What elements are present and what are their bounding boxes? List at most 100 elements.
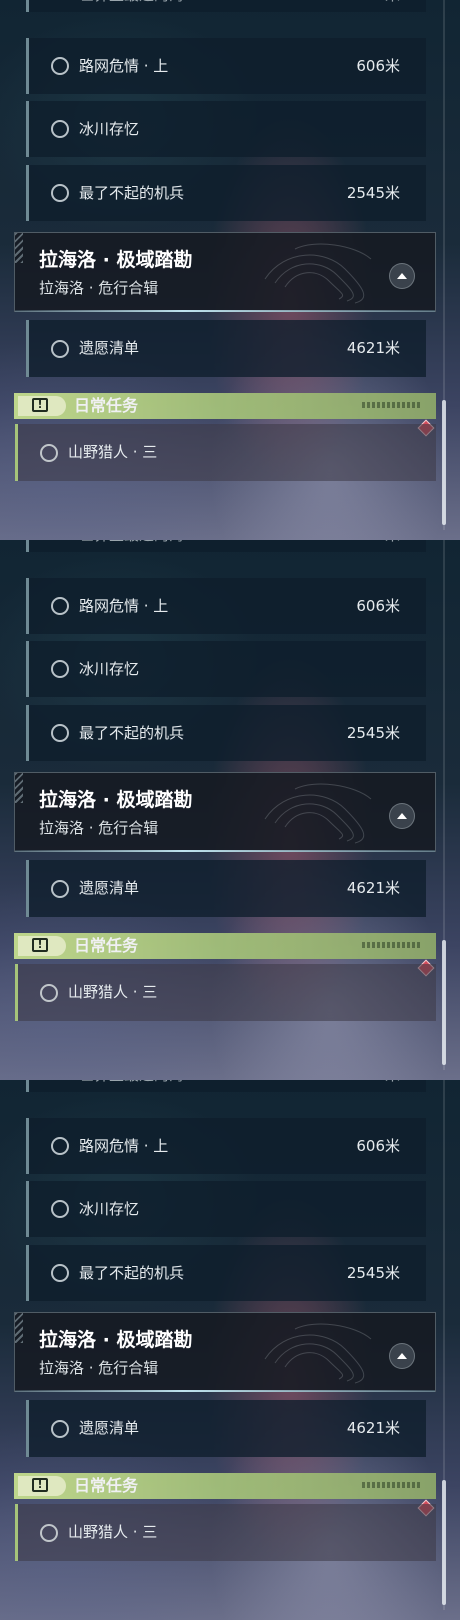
- circle-outline-icon: [51, 339, 69, 358]
- topographic-pattern: [264, 783, 372, 844]
- quest-distance: 2545米: [346, 1264, 400, 1282]
- chapter-subtitle: 拉海洛 · 危行合辑: [39, 1359, 159, 1377]
- circle-outline-icon: [51, 1200, 69, 1218]
- collapse-button[interactable]: [389, 1343, 415, 1369]
- quest-label: 路网危情 · 上: [79, 1137, 169, 1155]
- quest-label: 路网危情 · 上: [79, 597, 169, 615]
- scrollbar-thumb[interactable]: [442, 400, 446, 525]
- chapter-underline: [15, 1390, 435, 1392]
- chapter-header[interactable]: 拉海洛 · 极域踏勘 拉海洛 · 危行合辑: [14, 1312, 436, 1392]
- quest-row-partial[interactable]: 世界上最近的海 3613米: [26, 1080, 426, 1092]
- quest-list-panel: 世界上最近的海 3613米 路网危情 · 上 606米 冰川存忆 最了不起的机兵…: [0, 0, 460, 540]
- quest-row[interactable]: 路网危情 · 上 606米: [26, 38, 426, 94]
- chapter-header[interactable]: 拉海洛 · 极域踏勘 拉海洛 · 危行合辑: [14, 772, 436, 852]
- daily-icon-badge: !: [18, 396, 66, 416]
- circle-outline-icon: [51, 120, 69, 138]
- quest-distance: 606米: [356, 57, 400, 75]
- quest-list-panel: 世界上最近的海 3613米 路网危情 · 上 606米 冰川存忆 最了不起的机兵…: [0, 540, 460, 1080]
- scrollbar-thumb[interactable]: [442, 1480, 446, 1605]
- daily-task-label: 山野猎人 · 三: [68, 443, 158, 461]
- collapse-button[interactable]: [389, 263, 415, 289]
- chapter-title: 拉海洛 · 极域踏勘: [39, 249, 193, 271]
- chapter-title: 拉海洛 · 极域踏勘: [39, 1329, 193, 1351]
- quest-distance: 4621米: [346, 1419, 400, 1437]
- chapter-title: 拉海洛 · 极域踏勘: [39, 789, 193, 811]
- quest-row[interactable]: 最了不起的机兵 2545米: [26, 165, 426, 221]
- quest-row[interactable]: 最了不起的机兵 2545米: [26, 705, 426, 761]
- quest-distance: 4621米: [346, 879, 400, 897]
- quest-distance: 2545米: [346, 724, 400, 742]
- chapter-underline: [15, 850, 435, 852]
- daily-tasks-title: 日常任务: [74, 396, 139, 415]
- daily-tasks-title: 日常任务: [74, 936, 139, 955]
- circle-outline-icon: [40, 444, 58, 462]
- daily-tasks-header[interactable]: ! 日常任务: [14, 1473, 436, 1499]
- topographic-pattern: [264, 243, 372, 304]
- quest-row-partial[interactable]: 世界上最近的海 3613米: [26, 0, 426, 12]
- daily-task-row[interactable]: 山野猎人 · 三: [15, 1504, 436, 1561]
- quest-label: 遗愿清单: [79, 879, 140, 897]
- quest-row[interactable]: 最了不起的机兵 2545米: [26, 1245, 426, 1301]
- decorative-fine-print: [362, 402, 422, 408]
- quest-row[interactable]: 冰川存忆: [26, 1181, 426, 1237]
- alert-square-icon: !: [32, 938, 48, 952]
- circle-outline-icon: [51, 57, 69, 75]
- circle-outline-icon: [40, 984, 58, 1002]
- daily-task-row[interactable]: 山野猎人 · 三: [15, 424, 436, 481]
- quest-row[interactable]: 遗愿清单 4621米: [26, 1400, 426, 1457]
- topographic-pattern: [264, 1323, 372, 1384]
- scrollbar[interactable]: [442, 0, 446, 530]
- chapter-subtitle: 拉海洛 · 危行合辑: [39, 279, 159, 297]
- quest-distance: 4621米: [346, 339, 400, 357]
- chapter-header[interactable]: 拉海洛 · 极域踏勘 拉海洛 · 危行合辑: [14, 232, 436, 312]
- alert-square-icon: !: [32, 398, 48, 412]
- daily-icon-badge: !: [18, 1476, 66, 1496]
- circle-outline-icon: [51, 597, 69, 615]
- quest-row[interactable]: 冰川存忆: [26, 101, 426, 157]
- quest-distance: 2545米: [346, 184, 400, 202]
- quest-label: 遗愿清单: [79, 339, 140, 357]
- chapter-subtitle: 拉海洛 · 危行合辑: [39, 819, 159, 837]
- chapter-stripe: [15, 773, 23, 803]
- quest-label: 路网危情 · 上: [79, 57, 169, 75]
- circle-outline-icon: [51, 1264, 69, 1282]
- quest-label: 冰川存忆: [79, 1200, 140, 1218]
- decorative-fine-print: [362, 942, 422, 948]
- alert-square-icon: !: [32, 1478, 48, 1492]
- chapter-stripe: [15, 1313, 23, 1343]
- quest-row[interactable]: 路网危情 · 上 606米: [26, 578, 426, 634]
- scrollbar[interactable]: [442, 540, 446, 1070]
- scrollbar[interactable]: [442, 1080, 446, 1610]
- daily-task-label: 山野猎人 · 三: [68, 1523, 158, 1541]
- quest-row[interactable]: 路网危情 · 上 606米: [26, 1118, 426, 1174]
- circle-outline-icon: [51, 1137, 69, 1155]
- circle-outline-icon: [51, 660, 69, 678]
- daily-icon-badge: !: [18, 936, 66, 956]
- circle-outline-icon: [51, 724, 69, 742]
- scrollbar-thumb[interactable]: [442, 940, 446, 1065]
- daily-task-label: 山野猎人 · 三: [68, 983, 158, 1001]
- circle-outline-icon: [51, 879, 69, 898]
- chapter-stripe: [15, 233, 23, 263]
- daily-tasks-header[interactable]: ! 日常任务: [14, 393, 436, 419]
- quest-list-panel: 世界上最近的海 3613米 路网危情 · 上 606米 冰川存忆 最了不起的机兵…: [0, 1080, 460, 1620]
- chapter-underline: [15, 310, 435, 312]
- quest-row[interactable]: 冰川存忆: [26, 641, 426, 697]
- quest-label: 冰川存忆: [79, 660, 140, 678]
- chevron-up-icon: [397, 273, 407, 279]
- chevron-up-icon: [397, 1353, 407, 1359]
- circle-outline-icon: [51, 1419, 69, 1438]
- quest-label: 最了不起的机兵: [79, 184, 185, 202]
- chevron-up-icon: [397, 813, 407, 819]
- quest-row[interactable]: 遗愿清单 4621米: [26, 320, 426, 377]
- quest-row[interactable]: 遗愿清单 4621米: [26, 860, 426, 917]
- daily-task-row[interactable]: 山野猎人 · 三: [15, 964, 436, 1021]
- quest-label: 最了不起的机兵: [79, 724, 185, 742]
- circle-outline-icon: [40, 1524, 58, 1542]
- circle-outline-icon: [51, 184, 69, 202]
- daily-tasks-header[interactable]: ! 日常任务: [14, 933, 436, 959]
- quest-row-partial[interactable]: 世界上最近的海 3613米: [26, 540, 426, 552]
- quest-label: 遗愿清单: [79, 1419, 140, 1437]
- collapse-button[interactable]: [389, 803, 415, 829]
- quest-label: 最了不起的机兵: [79, 1264, 185, 1282]
